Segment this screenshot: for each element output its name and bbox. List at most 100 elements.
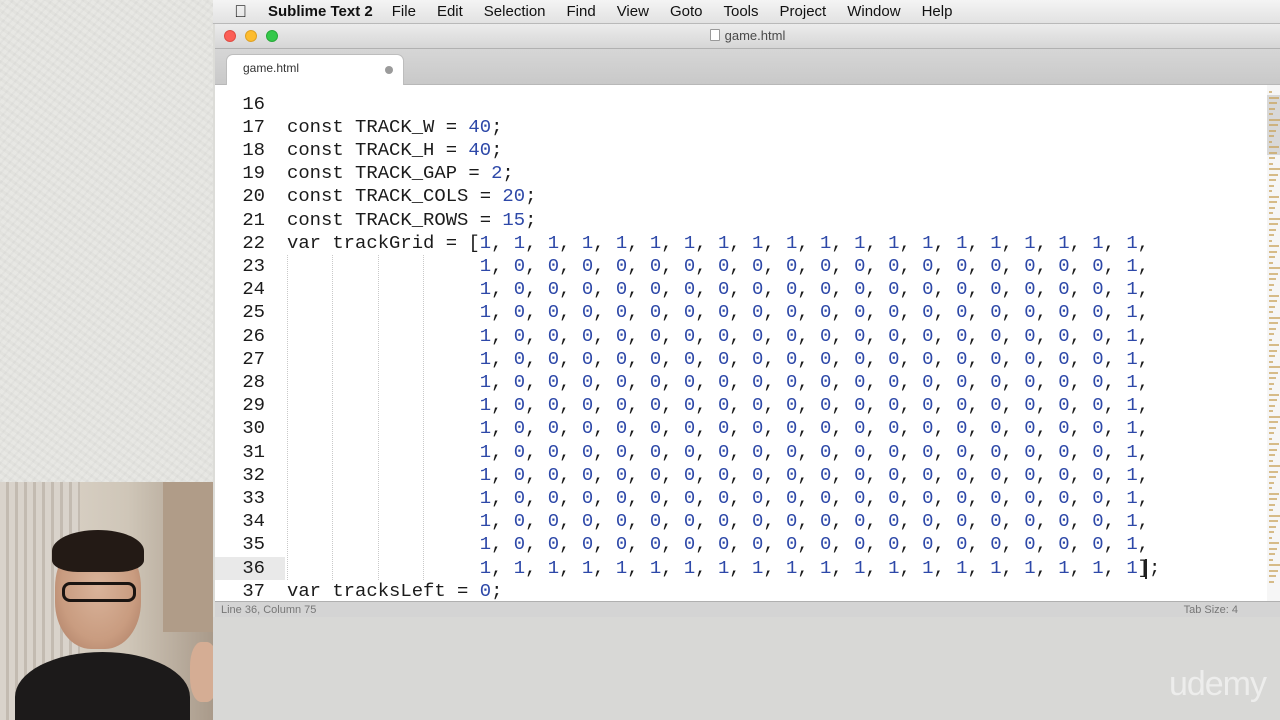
- code-token: ,: [661, 231, 684, 254]
- code-token: ,: [1137, 254, 1149, 277]
- number-literal: 0: [751, 301, 764, 324]
- code-line[interactable]: const TRACK_ROWS = 15;: [287, 209, 536, 232]
- code-token: ,: [593, 533, 616, 556]
- indent-guide: [423, 254, 425, 580]
- number-literal: 0: [615, 440, 628, 463]
- code-line[interactable]: 1, 0, 0, 0, 0, 0, 0, 0, 0, 0, 0, 0, 0, 0…: [287, 301, 1149, 324]
- code-token: var trackGrid = [: [287, 231, 480, 254]
- code-token: ,: [865, 556, 889, 579]
- menu-edit[interactable]: Edit: [437, 3, 463, 20]
- code-token: ,: [491, 556, 514, 579]
- code-token: ,: [763, 278, 786, 301]
- code-token: ,: [1103, 394, 1127, 417]
- code-line[interactable]: 1, 0, 0, 0, 0, 0, 0, 0, 0, 0, 0, 0, 0, 0…: [287, 255, 1149, 278]
- menu-selection[interactable]: Selection: [484, 3, 546, 20]
- code-line[interactable]: 1, 0, 0, 0, 0, 0, 0, 0, 0, 0, 0, 0, 0, 0…: [287, 371, 1149, 394]
- code-area[interactable]: const TRACK_W = 40; const TRACK_H = 40; co…: [287, 85, 1267, 601]
- code-token: ,: [865, 231, 889, 254]
- number-literal: 0: [786, 347, 798, 370]
- minimap-line: [1269, 514, 1280, 517]
- number-literal: 0: [1092, 533, 1104, 556]
- code-editor[interactable]: 16 17 18 19 20 21 22 23 24 25 26 27 28 29 30 31 32 33 34 35…: [215, 85, 1267, 601]
- code-token: ,: [763, 324, 786, 347]
- number-literal: 0: [922, 510, 934, 533]
- code-line[interactable]: 1, 0, 0, 0, 0, 0, 0, 0, 0, 0, 0, 0, 0, 0…: [287, 325, 1149, 348]
- code-token: ,: [661, 301, 684, 324]
- number-literal: 0: [683, 463, 696, 486]
- number-literal: 0: [786, 254, 798, 277]
- number-literal: 0: [922, 254, 934, 277]
- code-token: ,: [1035, 231, 1059, 254]
- code-line[interactable]: const TRACK_W = 40;: [287, 116, 502, 139]
- code-line[interactable]: 1, 0, 0, 0, 0, 0, 0, 0, 0, 0, 0, 0, 0, 0…: [287, 487, 1149, 510]
- number-literal: 0: [751, 370, 764, 393]
- minimap-line: [1269, 476, 1276, 478]
- code-line[interactable]: 1, 0, 0, 0, 0, 0, 0, 0, 0, 0, 0, 0, 0, 0…: [287, 510, 1149, 533]
- minimap-line: [1269, 190, 1272, 192]
- code-line[interactable]: const TRACK_COLS = 20;: [287, 185, 536, 208]
- number-literal: 1: [717, 556, 730, 579]
- number-literal: 1: [547, 556, 560, 579]
- minimap-line: [1269, 305, 1275, 308]
- window-title-bar[interactable]: game.html: [215, 24, 1280, 49]
- apple-icon[interactable]: : [213, 2, 268, 22]
- number-literal: 0: [513, 301, 526, 324]
- minimap-line: [1269, 316, 1280, 319]
- code-line[interactable]: 1, 0, 0, 0, 0, 0, 0, 0, 0, 0, 0, 0, 0, 0…: [287, 417, 1149, 440]
- menu-project[interactable]: Project: [780, 3, 827, 20]
- code-token: ,: [933, 347, 957, 370]
- menu-goto[interactable]: Goto: [670, 3, 703, 20]
- unsaved-dot-icon[interactable]: [385, 66, 393, 74]
- code-token: ,: [1035, 324, 1059, 347]
- number-literal: 0: [717, 394, 730, 417]
- code-token: ,: [627, 417, 650, 440]
- code-line[interactable]: 1, 1, 1, 1, 1, 1, 1, 1, 1, 1, 1, 1, 1, 1…: [287, 556, 1161, 580]
- code-token: ,: [1137, 510, 1149, 533]
- number-literal: 0: [888, 301, 900, 324]
- code-token: ,: [797, 533, 821, 556]
- code-line[interactable]: 1, 0, 0, 0, 0, 0, 0, 0, 0, 0, 0, 0, 0, 0…: [287, 533, 1149, 556]
- desktop-background: [0, 0, 213, 482]
- code-line[interactable]: 1, 0, 0, 0, 0, 0, 0, 0, 0, 0, 0, 0, 0, 0…: [287, 348, 1149, 371]
- number-literal: 1: [513, 231, 526, 254]
- code-line[interactable]: const TRACK_H = 40;: [287, 139, 502, 162]
- menu-view[interactable]: View: [617, 3, 649, 20]
- code-token: ,: [1001, 556, 1025, 579]
- code-token: ,: [1069, 231, 1093, 254]
- tab-game-html[interactable]: game.html: [227, 55, 403, 85]
- menu-find[interactable]: Find: [567, 3, 596, 20]
- line-number: 28: [242, 370, 265, 393]
- minimap-line: [1269, 360, 1273, 363]
- number-literal: 0: [956, 533, 968, 556]
- code-token: ,: [797, 463, 821, 486]
- code-token: ,: [559, 324, 582, 347]
- minimap-line: [1269, 404, 1275, 407]
- code-line[interactable]: 1, 0, 0, 0, 0, 0, 0, 0, 0, 0, 0, 0, 0, 0…: [287, 394, 1149, 417]
- number-literal: 1: [615, 231, 628, 254]
- menu-file[interactable]: File: [392, 3, 416, 20]
- minimap[interactable]: [1267, 85, 1280, 601]
- code-line[interactable]: const TRACK_GAP = 2;: [287, 162, 514, 185]
- tab-size-indicator[interactable]: Tab Size: 4: [1184, 604, 1238, 616]
- code-token: ,: [1069, 394, 1093, 417]
- number-literal: 1: [956, 231, 968, 254]
- menu-help[interactable]: Help: [922, 3, 953, 20]
- code-line[interactable]: 1, 0, 0, 0, 0, 0, 0, 0, 0, 0, 0, 0, 0, 0…: [287, 278, 1149, 301]
- menu-tools[interactable]: Tools: [723, 3, 758, 20]
- code-token: ,: [831, 440, 855, 463]
- code-token: ,: [627, 347, 650, 370]
- number-literal: 0: [717, 324, 730, 347]
- code-token: ,: [1137, 533, 1149, 556]
- code-line[interactable]: var trackGrid = [1, 1, 1, 1, 1, 1, 1, 1,…: [287, 232, 1149, 255]
- code-line[interactable]: 1, 0, 0, 0, 0, 0, 0, 0, 0, 0, 0, 0, 0, 0…: [287, 441, 1149, 464]
- number-literal: 0: [1058, 347, 1070, 370]
- number-literal: 0: [1024, 533, 1036, 556]
- number-literal: 0: [888, 370, 900, 393]
- menu-window[interactable]: Window: [847, 3, 900, 20]
- app-name-menu[interactable]: Sublime Text 2: [268, 3, 373, 20]
- code-line[interactable]: 1, 0, 0, 0, 0, 0, 0, 0, 0, 0, 0, 0, 0, 0…: [287, 464, 1149, 487]
- code-token: ,: [797, 486, 821, 509]
- code-token: ,: [967, 510, 991, 533]
- code-token: ,: [559, 347, 582, 370]
- code-line[interactable]: var tracksLeft = 0;: [287, 580, 502, 601]
